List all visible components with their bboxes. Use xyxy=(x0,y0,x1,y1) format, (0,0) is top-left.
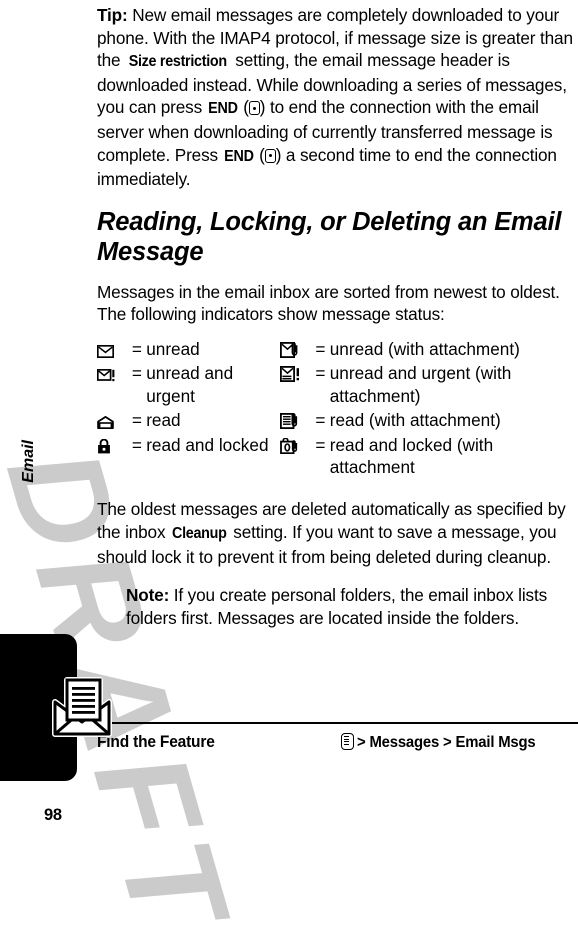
tip-paragraph: Tip: New email messages are completely d… xyxy=(97,0,578,191)
find-the-feature-bar: Find the Feature > Messages > Email Msgs xyxy=(97,722,578,752)
unread-envelope-icon xyxy=(97,338,132,362)
read-envelope-icon xyxy=(97,409,132,433)
indicator-label: unread and urgent (with attachment) xyxy=(329,363,512,406)
unread-urgent-envelope-attachment-icon xyxy=(277,362,315,409)
table-row: = read = read (with attachment) xyxy=(97,409,578,433)
tip-text-3: ( xyxy=(238,97,249,118)
note-paragraph: Note: If you create personal folders, th… xyxy=(97,584,578,629)
equals-sign: = xyxy=(131,434,142,455)
menu-key-icon xyxy=(341,732,354,750)
cleanup-term: Cleanup xyxy=(172,524,227,542)
equals-sign: = xyxy=(131,363,142,384)
equals-sign: = xyxy=(315,434,326,455)
end-key-label-2: END xyxy=(223,147,254,165)
envelope-letter-glyph xyxy=(52,677,112,737)
end-key-icon-1 xyxy=(248,101,260,116)
unread-urgent-envelope-icon xyxy=(97,362,132,409)
indicator-label: read and locked (with attachment xyxy=(329,434,494,477)
equals-sign: = xyxy=(131,410,142,431)
find-the-feature-path: > Messages > Email Msgs xyxy=(341,732,549,752)
indicator-label: unread xyxy=(146,338,200,359)
message-status-indicator-table: = unread = unread (with attachment) = un… xyxy=(97,338,578,480)
table-row: = read and locked = read and locked (wit… xyxy=(97,434,578,481)
page-number: 98 xyxy=(44,806,62,824)
chapter-sidebar: Email 98 xyxy=(0,0,112,837)
read-locked-attachment-glyph xyxy=(280,437,298,454)
padlock-glyph xyxy=(98,438,110,453)
end-key-label-1: END xyxy=(207,100,238,118)
chapter-label: Email xyxy=(20,440,37,483)
note-label: Note: xyxy=(126,585,170,606)
indicator-label: unread and urgent xyxy=(146,363,234,406)
read-document-attachment-icon xyxy=(277,409,315,433)
equals-sign: = xyxy=(315,363,326,384)
unread-envelope-attachment-icon xyxy=(277,338,315,362)
locked-padlock-icon xyxy=(97,434,132,481)
page-content: Tip: New email messages are completely d… xyxy=(97,0,578,639)
table-row: = unread and urgent = unread and urgent … xyxy=(97,362,578,409)
read-document-attachment-glyph xyxy=(280,413,298,430)
note-text: If you create personal folders, the emai… xyxy=(126,585,548,628)
tip-text-5: ( xyxy=(254,144,265,165)
section-heading: Reading, Locking, or Deleting an Email M… xyxy=(97,207,562,266)
find-the-feature-path-text: > Messages > Email Msgs xyxy=(357,733,536,751)
read-envelope-glyph xyxy=(97,416,114,430)
find-the-feature-label: Find the Feature xyxy=(97,732,215,751)
read-locked-attachment-icon xyxy=(277,434,315,481)
unread-urgent-envelope-glyph xyxy=(97,369,115,382)
size-restriction-term: Size restriction xyxy=(128,53,227,71)
tip-label: Tip: xyxy=(97,5,128,25)
table-row: = unread = unread (with attachment) xyxy=(97,338,578,362)
unread-urgent-envelope-attachment-glyph xyxy=(280,366,300,383)
end-key-icon-2 xyxy=(264,148,276,163)
envelope-letter-icon xyxy=(52,676,112,738)
equals-sign: = xyxy=(315,410,326,431)
section-intro-paragraph: Messages in the email inbox are sorted f… xyxy=(97,281,560,325)
indicator-label: unread (with attachment) xyxy=(329,338,520,359)
unread-envelope-attachment-glyph xyxy=(280,341,298,358)
indicator-label: read and locked xyxy=(146,434,269,455)
cleanup-paragraph: The oldest messages are deleted automati… xyxy=(97,498,578,568)
indicator-label: read xyxy=(146,410,181,431)
equals-sign: = xyxy=(315,338,326,359)
equals-sign: = xyxy=(131,338,142,359)
indicator-label: read (with attachment) xyxy=(329,410,501,431)
unread-envelope-glyph xyxy=(97,344,114,358)
